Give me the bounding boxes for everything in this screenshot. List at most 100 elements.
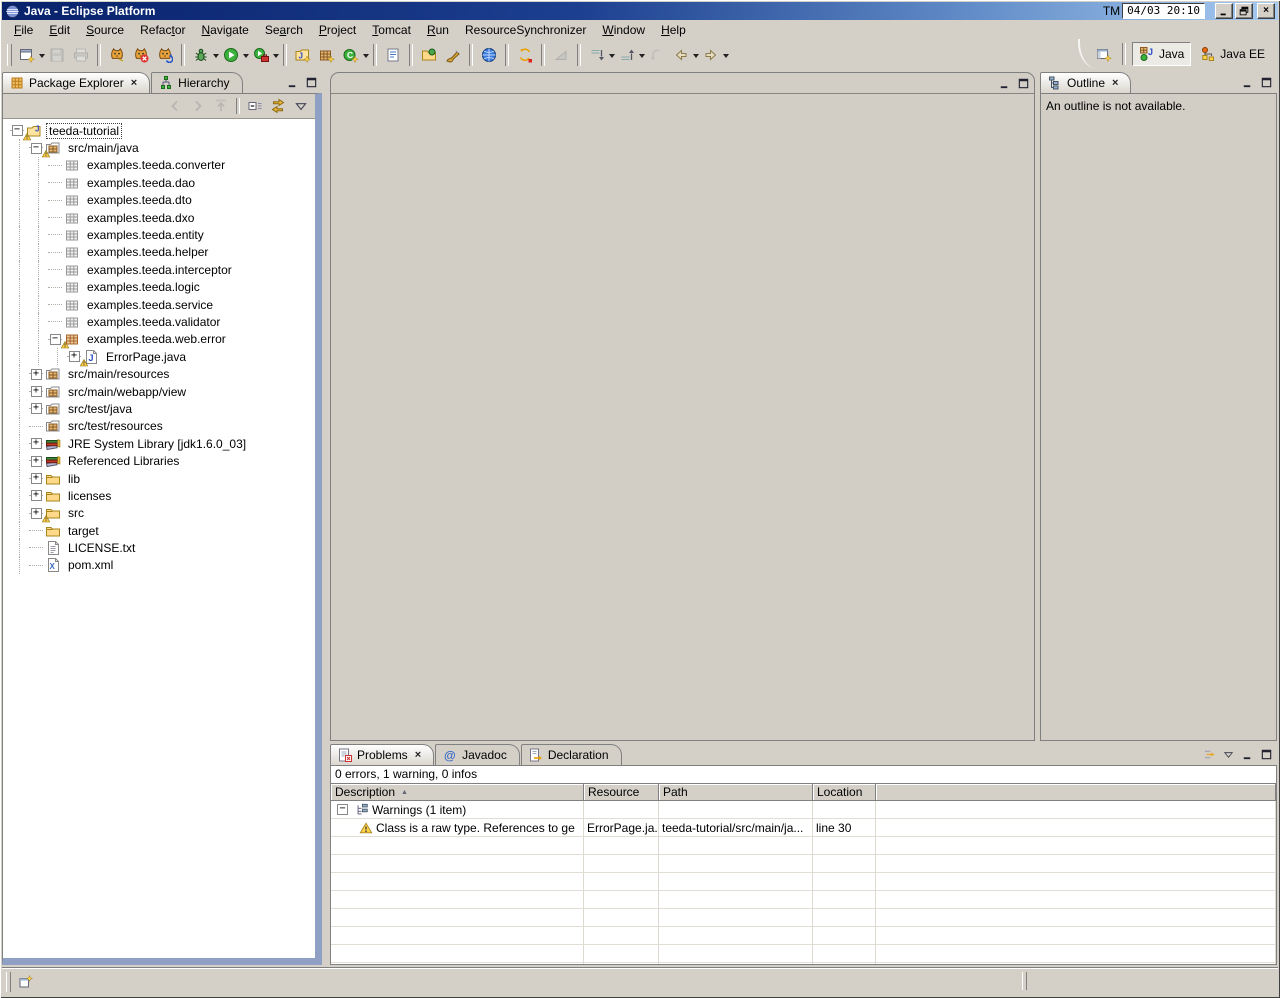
- menu-item-project[interactable]: Project: [311, 21, 364, 39]
- minimize-button[interactable]: [1215, 3, 1233, 19]
- max-button[interactable]: [1258, 747, 1274, 761]
- new-java-project-button[interactable]: J: [291, 43, 315, 67]
- menu-item-help[interactable]: Help: [653, 21, 694, 39]
- fast-view-button[interactable]: [15, 971, 37, 993]
- menu-item-edit[interactable]: Edit: [41, 21, 78, 39]
- collapse-all-button[interactable]: [244, 96, 266, 116]
- forward-button[interactable]: [699, 43, 723, 67]
- close-tab-icon[interactable]: ×: [1112, 77, 1118, 89]
- tree-expander[interactable]: +: [29, 365, 43, 382]
- close-tab-icon[interactable]: ×: [131, 77, 137, 89]
- task-list-button[interactable]: [381, 43, 405, 67]
- column-header-location[interactable]: Location: [813, 784, 876, 801]
- column-header-path[interactable]: Path: [659, 784, 813, 801]
- tree-item-license-txt[interactable]: LICENSE.txt: [3, 539, 315, 556]
- tree-item-examples-teeda-helper[interactable]: examples.teeda.helper: [3, 244, 315, 261]
- prev-annotation-button[interactable]: [615, 43, 639, 67]
- max-button[interactable]: [303, 75, 319, 89]
- tab-package-explorer[interactable]: Package Explorer×: [2, 72, 150, 93]
- menu-item-source[interactable]: Source: [78, 21, 132, 39]
- view-menu-button[interactable]: [1220, 747, 1236, 761]
- menu-item-navigate[interactable]: Navigate: [193, 21, 256, 39]
- tree-item-examples-teeda-logic[interactable]: examples.teeda.logic: [3, 279, 315, 296]
- expand-box-icon[interactable]: +: [31, 508, 42, 519]
- menu-item-run[interactable]: Run: [419, 21, 457, 39]
- column-header-resource[interactable]: Resource: [584, 784, 659, 801]
- min-button[interactable]: [1239, 75, 1255, 89]
- tree-expander[interactable]: +: [29, 452, 43, 469]
- tree-item-examples-teeda-entity[interactable]: examples.teeda.entity: [3, 226, 315, 243]
- open-folder-button[interactable]: [417, 43, 441, 67]
- menu-item-search[interactable]: Search: [257, 21, 311, 39]
- tree-item-src-test-java[interactable]: +src/test/java: [3, 400, 315, 417]
- tree-item-examples-teeda-dao[interactable]: examples.teeda.dao: [3, 174, 315, 191]
- tree-expander[interactable]: −: [29, 139, 43, 156]
- close-button[interactable]: ×: [1257, 3, 1275, 19]
- menu-item-refactor[interactable]: Refactor: [132, 21, 193, 39]
- expand-box-icon[interactable]: +: [69, 351, 80, 362]
- next-annotation-button[interactable]: [585, 43, 609, 67]
- paintbrush-button[interactable]: [441, 43, 465, 67]
- perspective-java-ee[interactable]: Java EE: [1193, 42, 1272, 66]
- collapse-box-icon[interactable]: −: [337, 804, 348, 815]
- new-java-class-dropdown[interactable]: [363, 54, 369, 61]
- expand-box-icon[interactable]: +: [31, 386, 42, 397]
- tomcat-restart-button[interactable]: [153, 43, 177, 67]
- expand-box-icon[interactable]: +: [31, 490, 42, 501]
- expand-box-icon[interactable]: +: [31, 456, 42, 467]
- run-button[interactable]: [219, 43, 243, 67]
- new-wizard-button[interactable]: [15, 43, 39, 67]
- tree-expander[interactable]: +: [29, 470, 43, 487]
- tree-item-jre-system-library-jdk1-6-0-03-[interactable]: +JRE System Library [jdk1.6.0_03]: [3, 435, 315, 452]
- expand-box-icon[interactable]: +: [31, 438, 42, 449]
- perspective-java[interactable]: JJava: [1132, 42, 1191, 66]
- tree-expander[interactable]: +: [29, 435, 43, 452]
- tab-outline[interactable]: Outline×: [1040, 72, 1131, 93]
- tree-item-examples-teeda-converter[interactable]: examples.teeda.converter: [3, 157, 315, 174]
- tree-item-referenced-libraries[interactable]: +Referenced Libraries: [3, 452, 315, 469]
- problems-item-row[interactable]: Class is a raw type. References to geErr…: [331, 819, 1276, 837]
- tree-expander[interactable]: +: [29, 505, 43, 522]
- tree-item-examples-teeda-validator[interactable]: examples.teeda.validator: [3, 313, 315, 330]
- tree-item-teeda-tutorial[interactable]: −Jteeda-tutorial: [3, 122, 315, 139]
- column-header-description[interactable]: Description▲: [331, 784, 584, 801]
- restore-button[interactable]: [1235, 3, 1253, 19]
- menu-item-file[interactable]: File: [6, 21, 41, 39]
- tree-item-examples-teeda-dto[interactable]: examples.teeda.dto: [3, 192, 315, 209]
- collapse-box-icon[interactable]: −: [12, 125, 23, 136]
- open-perspective-button[interactable]: [1092, 42, 1116, 66]
- forward-dropdown[interactable]: [723, 54, 729, 61]
- min-button[interactable]: [1239, 747, 1255, 761]
- tree-item-examples-teeda-service[interactable]: examples.teeda.service: [3, 296, 315, 313]
- view-menu-button[interactable]: [290, 96, 312, 116]
- tree-item-licenses[interactable]: +licenses: [3, 487, 315, 504]
- menu-item-tomcat[interactable]: Tomcat: [364, 21, 419, 39]
- tree-item-src[interactable]: +src: [3, 505, 315, 522]
- tree-item-src-main-webapp-view[interactable]: +src/main/webapp/view: [3, 383, 315, 400]
- tree-expander[interactable]: −: [48, 331, 62, 348]
- min-button[interactable]: [996, 76, 1012, 90]
- problems-group-row[interactable]: −Warnings (1 item): [331, 801, 1276, 819]
- tree-expander[interactable]: +: [67, 348, 81, 365]
- tree-item-src-test-resources[interactable]: src/test/resources: [3, 418, 315, 435]
- filter-button[interactable]: [1201, 747, 1217, 761]
- tree-expander[interactable]: +: [29, 383, 43, 400]
- new-java-package-button[interactable]: [315, 43, 339, 67]
- tomcat-start-button[interactable]: [105, 43, 129, 67]
- external-tools-button[interactable]: [249, 43, 273, 67]
- tree-item-src-main-resources[interactable]: +src/main/resources: [3, 365, 315, 382]
- tab-hierarchy[interactable]: Hierarchy: [151, 72, 242, 93]
- tab-declaration[interactable]: Declaration: [521, 744, 622, 765]
- tab-javadoc[interactable]: @Javadoc: [435, 744, 520, 765]
- tree-item-errorpage-java[interactable]: +JErrorPage.java: [3, 348, 315, 365]
- link-editor-button[interactable]: [267, 96, 289, 116]
- close-tab-icon[interactable]: ×: [415, 749, 421, 761]
- menu-item-window[interactable]: Window: [594, 21, 653, 39]
- tree-item-lib[interactable]: +lib: [3, 470, 315, 487]
- back-button[interactable]: [669, 43, 693, 67]
- max-button[interactable]: [1258, 75, 1274, 89]
- tomcat-stop-button[interactable]: [129, 43, 153, 67]
- debug-button[interactable]: [189, 43, 213, 67]
- synchronize-button[interactable]: [513, 43, 537, 67]
- tree-item-examples-teeda-interceptor[interactable]: examples.teeda.interceptor: [3, 261, 315, 278]
